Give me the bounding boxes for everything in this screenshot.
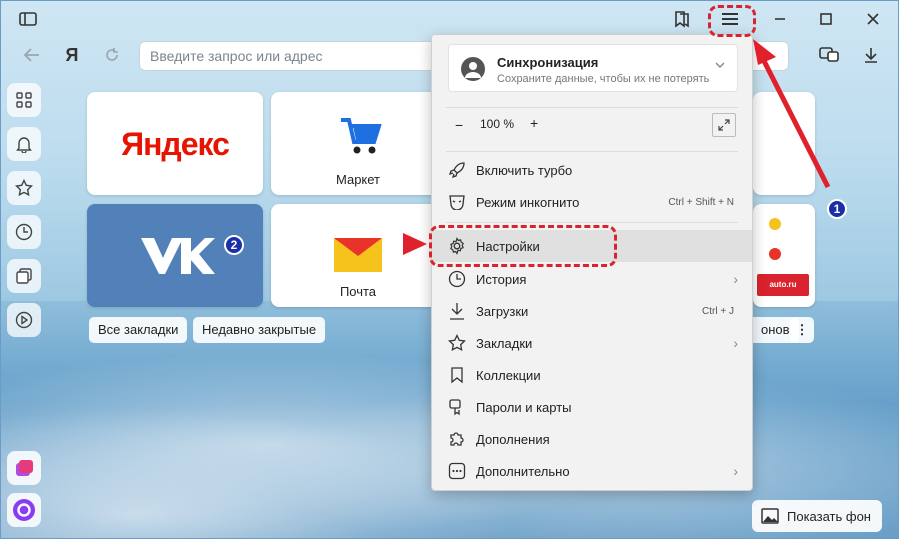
tile-hidden-1[interactable] [753,92,815,195]
minimize-icon[interactable] [765,5,795,33]
maximize-icon[interactable] [811,5,841,33]
zoom-value: 100 % [480,117,515,131]
menu-separator [446,151,738,152]
menu-shortcut: Ctrl + J [702,305,734,317]
reload-icon[interactable] [97,41,127,69]
menu-item-bookmarks[interactable]: Закладки › [432,327,752,359]
menu-separator [446,222,738,223]
download-icon [447,301,467,321]
zoom-controls: − 100 % + [432,113,752,137]
menu-item-more[interactable]: Дополнительно › [432,455,752,487]
incognito-icon [447,192,467,212]
collections-icon [447,365,467,385]
title-bar [1,1,898,37]
back-icon[interactable] [17,41,47,69]
menu-item-label: Включить турбо [476,162,573,178]
more-dots-icon[interactable]: ⋮ [790,317,814,343]
menu-item-label: Дополнительно [476,463,570,479]
sync-subtitle: Сохраните данные, чтобы их не потерять [497,73,710,85]
zoom-in-button[interactable]: + [530,115,538,131]
tile-hidden-2[interactable]: auto.ru [753,204,815,307]
annotation-highlight-menu [708,5,756,37]
more-icon [447,461,467,481]
cart-icon [339,116,383,159]
partner-icon [769,248,781,260]
annotation-badge-2: 2 [224,235,244,255]
recently-closed-button[interactable]: Недавно закрытые [193,317,326,343]
menu-item-downloads[interactable]: Загрузки Ctrl + J [432,295,752,327]
media-play-icon[interactable] [7,303,41,337]
key-icon [447,397,467,417]
menu-item-label: Закладки [476,335,533,351]
notifications-bell-icon[interactable] [7,127,41,161]
show-background-button[interactable]: Показать фон [752,500,882,532]
menu-item-label: Пароли и карты [476,399,572,415]
browser-window: Я Введите запрос или адрес Яндекс Маркет… [0,0,899,539]
chevron-right-icon: › [733,335,738,351]
annotation-highlight-settings [429,225,617,267]
sync-title: Синхронизация [497,55,599,70]
downloads-icon[interactable] [856,41,886,69]
clock-icon [447,269,467,289]
bookmarks-manager-icon[interactable] [667,5,697,33]
tile-label: Маркет [335,172,381,187]
services-icon[interactable] [7,83,41,117]
yandex-logo[interactable]: Я [57,41,87,69]
extension-icon[interactable] [814,41,844,69]
menu-item-label: Загрузки [476,303,529,319]
auto-ru-logo: auto.ru [757,274,809,296]
sidebar-toggle-icon[interactable] [13,5,43,33]
vk-logo [137,234,215,281]
rocket-icon [447,160,467,180]
menu-item-turbo[interactable]: Включить турбо [432,154,752,186]
menu-item-label: История [476,271,527,287]
puzzle-icon [447,429,467,449]
alice-assistant-icon[interactable] [7,493,41,527]
messenger-app-icon[interactable] [7,451,41,485]
menu-item-incognito[interactable]: Режим инкогнито Ctrl + Shift + N [432,186,752,218]
history-clock-icon[interactable] [7,215,41,249]
menu-item-history[interactable]: История › [432,263,752,295]
bookmarks-star-icon[interactable] [7,171,41,205]
show-background-label: Показать фон [787,508,871,524]
tile-yandex[interactable]: Яндекс [87,92,263,195]
tile-label: Почта [339,284,377,299]
close-icon[interactable] [858,5,888,33]
zoom-out-button[interactable]: − [455,117,463,133]
menu-item-passwords[interactable]: Пароли и карты [432,391,752,423]
avatar [461,57,485,81]
tile-market[interactable]: Маркет [271,92,445,195]
image-icon [761,508,779,524]
sync-panel[interactable]: Синхронизация Сохраните данные, чтобы их… [448,44,738,92]
menu-item-extensions[interactable]: Дополнения [432,423,752,455]
chevron-right-icon: › [733,271,738,287]
menu-separator [446,107,738,108]
tile-pochta[interactable]: Почта [271,204,445,307]
yandex-logo-text: Яндекс [121,126,230,162]
tile-vk[interactable] [87,204,263,307]
all-bookmarks-button[interactable]: Все закладки [89,317,188,343]
menu-item-label: Режим инкогнито [476,194,580,210]
fullscreen-icon[interactable] [712,113,736,137]
chevron-right-icon: › [733,463,738,479]
mail-envelope-icon [333,234,383,277]
youtube-icon [769,218,781,230]
yandex-logo-letter: Я [65,44,79,65]
menu-item-collections[interactable]: Коллекции [432,359,752,391]
annotation-badge-1: 1 [827,199,847,219]
chevron-down-icon [715,57,725,72]
menu-item-label: Дополнения [476,431,550,447]
star-icon [447,333,467,353]
menu-shortcut: Ctrl + Shift + N [668,196,734,208]
menu-item-label: Коллекции [476,367,541,383]
collections-icon[interactable] [7,259,41,293]
